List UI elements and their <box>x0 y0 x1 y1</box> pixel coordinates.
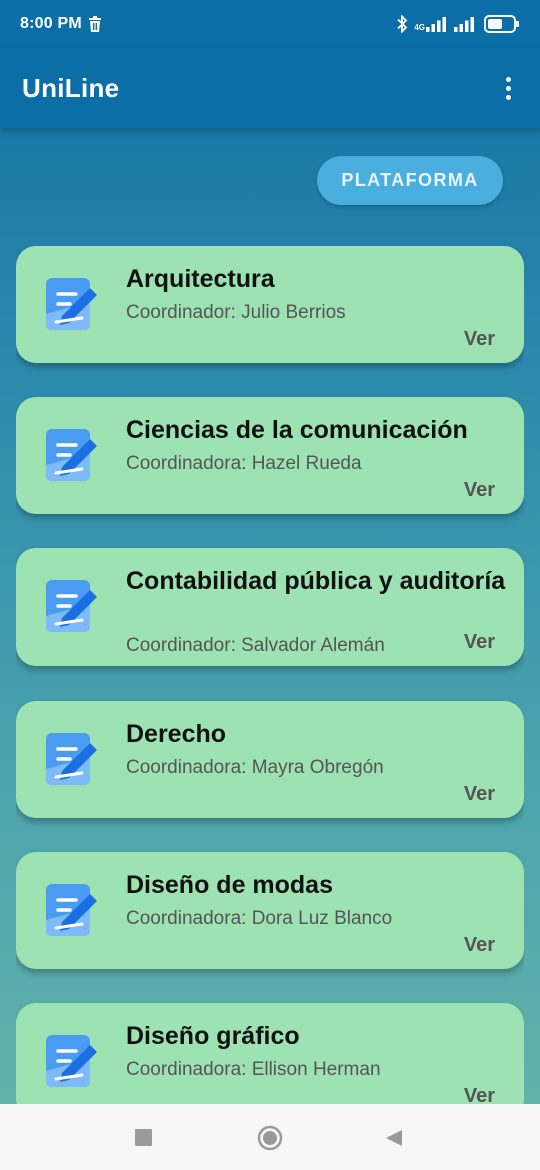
career-coordinator: Coordinadora: Dora Luz Blanco <box>126 908 393 929</box>
edit-note-icon <box>46 884 97 936</box>
career-title: Ciencias de la comunicación <box>126 416 468 444</box>
career-card[interactable]: Contabilidad pública y auditoría Coordin… <box>16 548 524 666</box>
edit-note-icon <box>46 278 97 330</box>
career-title: Arquitectura <box>126 265 275 293</box>
career-card[interactable]: Arquitectura Coordinador: Julio Berrios … <box>16 246 524 363</box>
career-coordinator: Coordinador: Salvador Alemán <box>126 635 385 656</box>
career-title: Diseño de modas <box>126 871 333 899</box>
career-title: Contabilidad pública y auditoría <box>126 567 506 595</box>
status-icons: 4G <box>396 15 520 33</box>
edit-note-icon <box>46 429 97 481</box>
back-triangle-icon[interactable] <box>385 1129 403 1147</box>
app-bar: UniLine <box>0 48 540 128</box>
career-coordinator: Coordinador: Julio Berrios <box>126 302 346 323</box>
edit-note-icon <box>46 580 97 632</box>
career-list: Arquitectura Coordinador: Julio Berrios … <box>16 246 524 1104</box>
view-button[interactable]: Ver <box>464 328 495 351</box>
signal-icon <box>426 17 446 32</box>
view-button[interactable]: Ver <box>464 934 495 957</box>
trash-icon <box>88 16 101 32</box>
career-coordinator: Coordinadora: Ellison Herman <box>126 1059 381 1080</box>
status-time: 8:00 PM <box>20 15 82 32</box>
view-button[interactable]: Ver <box>464 631 495 654</box>
career-card[interactable]: Diseño de modas Coordinadora: Dora Luz B… <box>16 852 524 969</box>
view-button[interactable]: Ver <box>464 479 495 502</box>
career-title: Diseño gráfico <box>126 1022 300 1050</box>
edit-note-icon <box>46 1035 97 1087</box>
app-title: UniLine <box>22 72 120 103</box>
stop-square-icon[interactable] <box>135 1129 152 1146</box>
career-card[interactable]: Derecho Coordinadora: Mayra Obregón Ver <box>16 701 524 818</box>
platform-button[interactable]: PLATAFORMA <box>317 156 503 205</box>
more-vert-icon[interactable] <box>498 68 518 108</box>
system-nav-bar <box>0 1104 540 1170</box>
signal-icon-2 <box>454 17 474 32</box>
network-label: 4G <box>414 23 425 32</box>
career-card[interactable]: Diseño gráfico Coordinadora: Ellison Her… <box>16 1003 524 1104</box>
bluetooth-icon <box>397 15 408 33</box>
career-card[interactable]: Ciencias de la comunicación Coordinadora… <box>16 397 524 514</box>
cell-signal-4g: 4G <box>414 16 448 32</box>
battery-icon <box>484 15 519 33</box>
view-button[interactable]: Ver <box>464 1085 495 1104</box>
career-coordinator: Coordinadora: Mayra Obregón <box>126 757 384 778</box>
home-circle-icon[interactable] <box>257 1125 283 1151</box>
status-bar: 8:00 PM 4G <box>0 0 540 48</box>
view-button[interactable]: Ver <box>464 783 495 806</box>
edit-note-icon <box>46 733 97 785</box>
career-title: Derecho <box>126 720 227 748</box>
career-coordinator: Coordinadora: Hazel Rueda <box>126 453 362 474</box>
